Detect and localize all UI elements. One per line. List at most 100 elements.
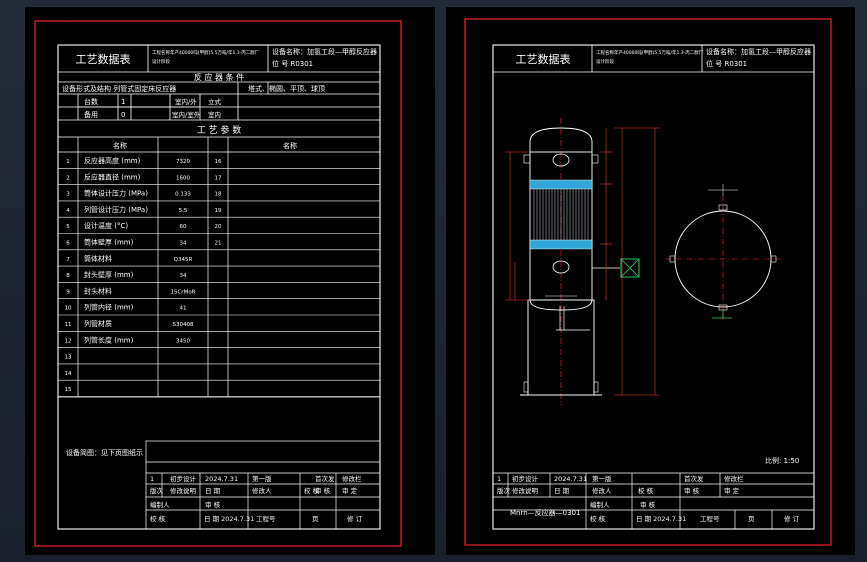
left-tb-made: 编制人: [150, 500, 170, 509]
right-tb-version: 修 订: [784, 514, 800, 523]
param-no: 9: [66, 289, 70, 295]
param-no: 12: [65, 338, 72, 344]
title-block-cell: 1: [150, 475, 154, 483]
param-no: 13: [65, 355, 72, 361]
drawing-canvas[interactable]: 工艺数据表 工程名称 年产40000吨(甲醇)5.5万吨/年1.3-丙二醇厂 设…: [0, 0, 867, 562]
param-ref: 20: [215, 224, 222, 230]
title-block-cell: 初步设计: [170, 474, 197, 483]
param-name: 列管长度 (mm): [84, 335, 134, 344]
upper-tube-sheet: [529, 179, 593, 190]
right-project-text: 年产40000吨(甲醇)5.5万吨/年1.3-丙二醇厂: [614, 49, 704, 56]
title-block-cell: 1: [497, 475, 501, 483]
param-no: 11: [65, 322, 72, 328]
qty-b-value: 0: [121, 111, 125, 119]
title-block-cell: 审 核: [684, 486, 700, 495]
param-ref: 16: [215, 159, 222, 165]
title-block-cell: 首次发: [684, 474, 704, 483]
title-block-cell: 修改栏: [724, 474, 744, 483]
type-row: 塔式、椭圆、平顶、球顶: [248, 84, 325, 93]
left-tb-check: 校 核: [150, 514, 166, 523]
param-no: 6: [66, 241, 70, 247]
left-sheet: 工艺数据表 工程名称 年产40000吨(甲醇)5.5万吨/年1.3-丙二醇厂 设…: [25, 7, 435, 555]
param-value: 15CrMoR: [170, 289, 195, 295]
left-tb-date: 日 期 2024.7.31: [204, 515, 254, 523]
title-block-cell: 版次: [150, 486, 164, 495]
right-tb-made: 编制人: [590, 500, 610, 509]
param-no: 14: [65, 371, 72, 377]
param-no: 5: [66, 224, 70, 230]
place-value: 室内/室外: [172, 110, 201, 119]
param-ref: 17: [215, 175, 222, 181]
title-block-cell: 2024.7.31: [554, 475, 587, 483]
param-ref: 19: [215, 208, 222, 214]
params-heading: 工 艺 参 数: [197, 124, 242, 136]
param-no: 10: [65, 306, 72, 312]
param-value: 60: [180, 224, 187, 230]
right-tb-date: 日 期 2024.7.31: [636, 515, 686, 523]
title-block-cell: 2024.7.31: [205, 475, 238, 483]
place2-label: 立式: [208, 97, 222, 106]
param-value: 7320: [176, 159, 190, 165]
param-name: 封头壁厚 (mm): [84, 270, 134, 279]
col-name2: 名称: [283, 141, 297, 150]
lower-tube-sheet: [529, 239, 593, 250]
right-sheet: 工艺数据表 工程名称 年产40000吨(甲醇)5.5万吨/年1.3-丙二醇厂 设…: [446, 7, 855, 555]
param-name: 封头材料: [84, 286, 112, 295]
title-block-cell: 第一版: [592, 474, 612, 483]
scale-text: 比例: 1:50: [765, 456, 799, 465]
right-title: 工艺数据表: [516, 52, 571, 66]
param-no: 15: [65, 387, 72, 393]
place2-value: 室内: [208, 110, 221, 119]
title-block-cell: 修改栏: [342, 474, 362, 483]
title-block-cell: 初步设计: [512, 474, 539, 483]
drawing-number: Mnrn—反应器—0301: [510, 508, 580, 517]
left-tb-version: 修 订: [347, 514, 363, 523]
left-title: 工艺数据表: [76, 52, 131, 66]
title-block-cell: 修改人: [252, 486, 272, 495]
param-name: 反应器高度 (mm): [84, 156, 141, 165]
title-block-cell: 审 定: [724, 486, 740, 495]
title-block-cell: 日 期: [205, 487, 221, 495]
param-value: 5.5: [179, 208, 188, 214]
left-tb-page: 页: [312, 515, 319, 523]
param-no: 7: [66, 257, 70, 263]
left-equipment-name: 设备名称：加氢工段—甲醇反应器: [272, 47, 377, 56]
qty-b-label: 备用: [84, 110, 98, 119]
right-tb-drawing-no: 工程号: [700, 514, 720, 523]
right-project-label: 工程名称: [596, 49, 614, 56]
param-name: 筒体设计压力 (MPa): [84, 189, 148, 198]
param-no: 2: [66, 175, 70, 181]
param-ref: 18: [215, 192, 222, 198]
left-project-text: 年产40000吨(甲醇)5.5万吨/年1.3-丙二醇厂: [170, 49, 260, 56]
param-name: 设计温度 (°C): [84, 221, 128, 230]
param-no: 4: [66, 208, 70, 214]
param-value: 1600: [176, 175, 190, 181]
right-equipment-no: 位 号 R0301: [706, 59, 747, 68]
right-tb-page: 页: [748, 515, 755, 523]
reactor-heading: 反 应 器 条 件: [194, 72, 244, 82]
title-block-cell: 审 核: [315, 486, 331, 495]
title-block-cell: 校 核: [638, 486, 654, 495]
left-tb-drawing-no: 工程号: [256, 514, 276, 523]
title-block-cell: 审 定: [342, 486, 358, 495]
right-section-label: 设计阶段: [596, 58, 614, 65]
param-name: 列管材质: [84, 319, 112, 328]
title-block-cell: 修改说明: [512, 486, 539, 495]
param-value: 34: [180, 241, 187, 247]
left-tb-review: 审 核: [205, 500, 221, 509]
param-no: 8: [66, 273, 70, 279]
right-tb-review: 审 核: [640, 500, 656, 509]
place-label: 室内/外: [175, 97, 197, 106]
param-value: 0.133: [175, 192, 191, 198]
cad-viewport[interactable]: 工艺数据表 工程名称 年产40000吨(甲醇)5.5万吨/年1.3-丙二醇厂 设…: [0, 0, 867, 562]
param-name: 反应器直径 (mm): [84, 172, 141, 181]
param-ref: 21: [215, 241, 222, 247]
right-tb-check: 校 核: [590, 514, 606, 523]
param-value: 34: [180, 273, 187, 279]
form-row: 设备形式及结构 列管式固定床反应器: [62, 84, 176, 93]
param-no: 1: [66, 159, 70, 165]
param-no: 3: [66, 192, 70, 198]
sketch-note: 设备简图：见下页图纸示: [66, 448, 143, 457]
title-block-cell: 首次发: [315, 474, 335, 483]
param-name: 列管设计压力 (MPa): [84, 205, 148, 214]
